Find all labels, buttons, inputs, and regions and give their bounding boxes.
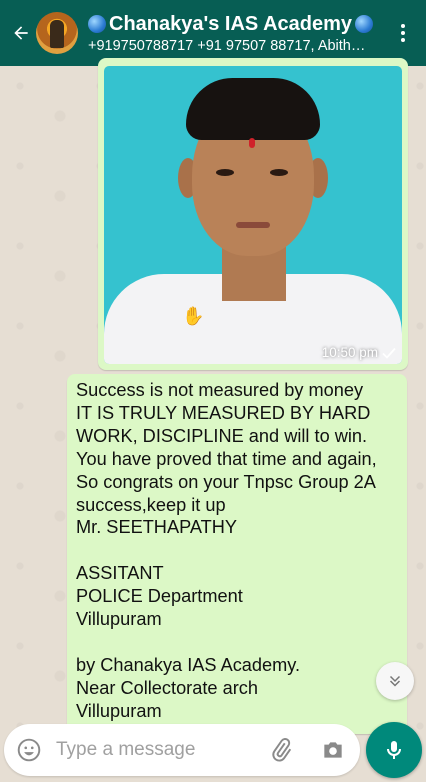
- message-line: [76, 631, 401, 654]
- camera-icon: [324, 742, 342, 758]
- message-timestamp: 10:50 pm: [322, 345, 396, 360]
- message-line: Mr. SEETHAPATHY: [76, 517, 238, 538]
- avatar[interactable]: [36, 12, 78, 54]
- emoji-button[interactable]: [14, 735, 44, 765]
- message-line: success,keep it up: [76, 494, 226, 515]
- camera-button[interactable]: [318, 735, 348, 765]
- scroll-to-bottom-button[interactable]: [376, 662, 414, 700]
- chat-title: Chanakya's IAS Academy: [109, 12, 353, 35]
- message-input[interactable]: Type a message: [56, 739, 266, 761]
- arrow-back-icon: [14, 26, 28, 40]
- globe-emoji-icon: [88, 15, 106, 33]
- message-line: by Chanakya IAS Academy.: [76, 654, 301, 675]
- message-line: So congrats on your Tnpsc Group 2A: [76, 471, 376, 492]
- attach-button[interactable]: [266, 735, 296, 765]
- mic-icon: [387, 741, 401, 759]
- message-line: Villupuram: [76, 700, 162, 721]
- message-composer: Type a message: [4, 724, 360, 776]
- chevron-double-down-icon: [389, 675, 401, 687]
- message-line: WORK, DISCIPLINE and will to win.: [76, 425, 368, 446]
- message-line: Villupuram: [76, 609, 162, 630]
- message-line: Success is not measured by money: [76, 380, 364, 400]
- message-text: Success is not measured by money IT IS TR…: [76, 379, 401, 723]
- voice-record-button[interactable]: [366, 722, 422, 778]
- chat-subtitle: +919750788717 +91 97507 88717, Abith…: [88, 37, 366, 54]
- message-line: POLICE Department: [76, 586, 243, 607]
- message-line: ASSITANT: [76, 563, 164, 584]
- chat-header: Chanakya's IAS Academy +919750788717 +91…: [0, 0, 426, 66]
- image-message-bubble[interactable]: ✋ 10:50 pm: [98, 58, 408, 370]
- more-options-button[interactable]: [388, 24, 418, 42]
- message-line: Near Collectorate arch: [76, 677, 258, 698]
- contact-info[interactable]: Chanakya's IAS Academy +919750788717 +91…: [88, 13, 388, 54]
- paperclip-icon: [272, 738, 292, 762]
- message-line: [76, 539, 401, 562]
- back-button[interactable]: [6, 23, 36, 43]
- globe-emoji-icon: [355, 15, 374, 33]
- emoji-icon: [17, 738, 41, 762]
- hand-cursor-icon: ✋: [182, 306, 205, 326]
- text-message-bubble[interactable]: Success is not measured by money IT IS TR…: [67, 374, 407, 734]
- check-icon: [382, 347, 396, 359]
- message-line: You have proved that time and again,: [76, 448, 377, 469]
- message-line: IT IS TRULY MEASURED BY HARD: [76, 402, 371, 423]
- message-photo[interactable]: ✋: [104, 66, 402, 364]
